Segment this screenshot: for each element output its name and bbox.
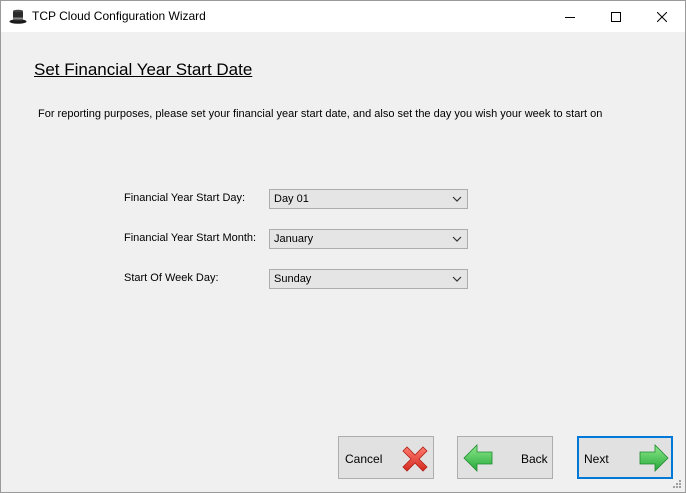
window-title: TCP Cloud Configuration Wizard xyxy=(32,9,206,23)
start-of-week-day-label: Start Of Week Day: xyxy=(124,272,219,284)
chevron-down-icon xyxy=(452,236,462,242)
minimize-icon xyxy=(565,16,575,18)
start-of-week-day-select[interactable]: Sunday xyxy=(269,269,468,289)
chevron-down-icon xyxy=(452,276,462,282)
close-button[interactable] xyxy=(639,1,685,32)
maximize-icon xyxy=(611,11,621,22)
next-button[interactable]: Next xyxy=(577,436,673,479)
financial-year-start-month-select[interactable]: January xyxy=(269,229,468,249)
green-right-arrow-icon xyxy=(639,444,669,472)
chevron-down-icon xyxy=(452,196,462,202)
combo-value: Day 01 xyxy=(274,193,309,205)
cancel-button[interactable]: Cancel xyxy=(338,436,434,479)
back-button[interactable]: Back xyxy=(457,436,553,479)
green-left-arrow-icon xyxy=(463,444,493,472)
top-hat-icon xyxy=(9,9,27,24)
combo-value: Sunday xyxy=(274,273,312,285)
red-x-icon xyxy=(402,446,428,472)
financial-year-start-day-select[interactable]: Day 01 xyxy=(269,189,468,209)
wizard-window: TCP Cloud Configuration Wizard Set Finan… xyxy=(0,0,686,493)
next-button-label: Next xyxy=(584,452,609,466)
page-title: Set Financial Year Start Date xyxy=(34,60,253,79)
cancel-button-label: Cancel xyxy=(345,452,383,466)
financial-year-start-day-label: Financial Year Start Day: xyxy=(124,192,246,204)
close-icon xyxy=(657,11,667,22)
maximize-button[interactable] xyxy=(593,1,639,32)
back-button-label: Back xyxy=(521,452,548,466)
title-bar[interactable]: TCP Cloud Configuration Wizard xyxy=(1,1,685,32)
minimize-button[interactable] xyxy=(547,1,593,32)
financial-year-start-month-label: Financial Year Start Month: xyxy=(124,232,257,244)
resize-grip-icon[interactable] xyxy=(672,479,682,489)
combo-value: January xyxy=(274,233,314,245)
intro-text: For reporting purposes, please set your … xyxy=(38,108,603,120)
